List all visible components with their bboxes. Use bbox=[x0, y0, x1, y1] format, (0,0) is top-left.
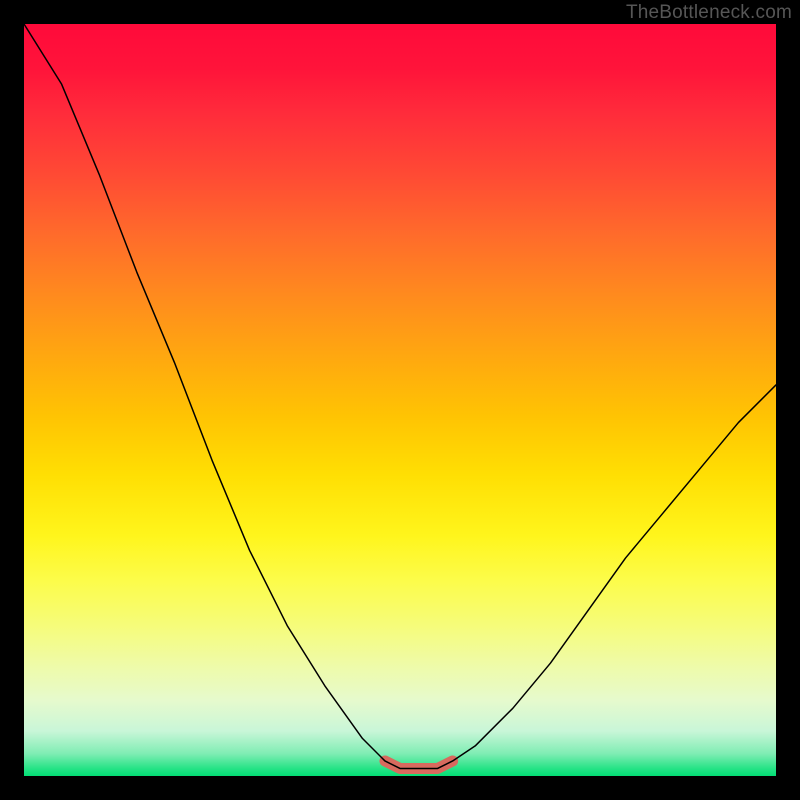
plot-area bbox=[24, 24, 776, 776]
watermark-text: TheBottleneck.com bbox=[626, 2, 792, 24]
chart-frame: TheBottleneck.com bbox=[0, 0, 800, 800]
recommended-range-line bbox=[385, 761, 453, 769]
chart-svg bbox=[24, 24, 776, 776]
bottleneck-curve-line bbox=[24, 24, 776, 768]
